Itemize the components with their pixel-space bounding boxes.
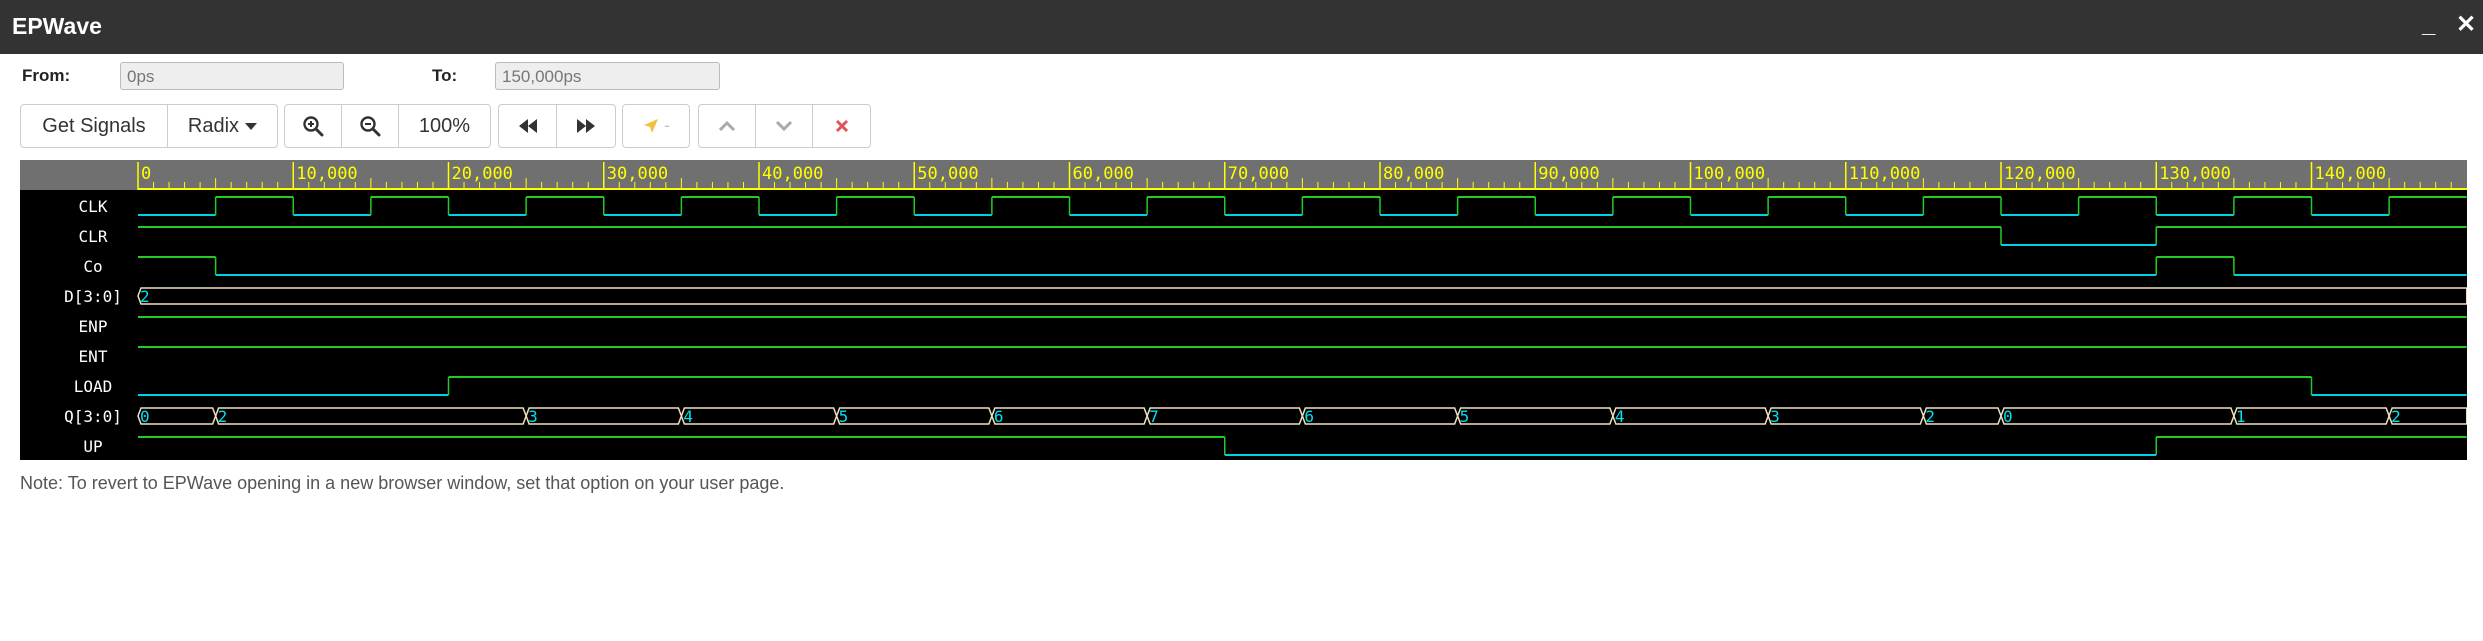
window-title: EPWave <box>12 13 102 39</box>
edge-nav-group <box>498 104 616 148</box>
q-bus-value: 2 <box>2391 407 2401 426</box>
q-bus-segment <box>1612 407 1769 425</box>
ruler-tick-label: 100,000 <box>1694 164 1766 184</box>
q-bus-value: 5 <box>1460 407 1470 426</box>
signal-name-ent: ENT <box>79 347 108 366</box>
cursor-value: - <box>664 116 670 135</box>
from-label: From: <box>22 66 71 85</box>
q-bus-value: 3 <box>528 407 538 426</box>
cursor-group: - <box>622 104 690 148</box>
move-up-button[interactable] <box>699 105 756 147</box>
ruler-tick-label: 20,000 <box>452 164 513 184</box>
q-bus-value: 0 <box>2003 407 2013 426</box>
note-text: Note: To revert to EPWave opening in a n… <box>20 473 785 493</box>
signal-name-d30: D[3:0] <box>64 287 122 306</box>
q-bus-segment <box>1146 407 1304 425</box>
q-bus-segment <box>525 407 683 425</box>
q-bus-segment <box>835 407 993 425</box>
fast-backward-icon <box>518 119 537 133</box>
q-bus-value: 6 <box>1304 407 1314 426</box>
q-bus-value: 1 <box>2236 407 2246 426</box>
q-bus-value: 5 <box>839 407 849 426</box>
q-bus-segment <box>991 407 1148 425</box>
previous-edge-button[interactable] <box>499 105 557 147</box>
ruler-tick-label: 10,000 <box>296 164 357 184</box>
minimize-button[interactable]: _ <box>2422 10 2435 40</box>
signal-name-clr: CLR <box>79 227 108 246</box>
q-bus-segment <box>214 407 527 425</box>
d-bus-value: 2 <box>140 287 150 306</box>
zoom-level-button[interactable]: 100% <box>399 105 490 147</box>
signal-name-clk: CLK <box>79 197 108 216</box>
chevron-down-icon <box>775 120 793 132</box>
fast-forward-icon <box>577 119 595 133</box>
q-bus-segment <box>2233 407 2390 425</box>
title-bar: EPWave _ ✕ <box>0 0 2483 54</box>
d-bus-segment <box>137 287 2468 305</box>
q-bus-segment <box>1301 407 1459 425</box>
ruler-tick-label: 30,000 <box>607 164 668 184</box>
signal-name-load: LOAD <box>74 377 113 396</box>
q-bus-value: 4 <box>1615 407 1625 426</box>
q-bus-value: 0 <box>140 407 150 426</box>
close-window-button[interactable]: ✕ <box>2456 10 2476 40</box>
radix-label: Radix <box>187 114 240 137</box>
ruler-tick-label: 140,000 <box>2315 164 2387 184</box>
q-bus-value: 6 <box>994 407 1004 426</box>
ruler-tick-label: 130,000 <box>2159 164 2231 184</box>
close-icon <box>835 119 848 133</box>
zoom-button-group: 100% <box>284 104 491 148</box>
ruler-tick-label: 120,000 <box>2004 164 2076 184</box>
q-bus-value: 3 <box>1770 407 1780 426</box>
signal-name-co: Co <box>83 257 102 276</box>
ruler-tick-label: 60,000 <box>1073 164 1134 184</box>
ruler-tick-label: 0 <box>141 164 151 184</box>
to-label: To: <box>432 66 458 85</box>
caret-down-icon <box>245 122 258 130</box>
waveform-canvas[interactable]: 0 10,000 20,000 30,000 40,000 50,000 60,000 70,… <box>20 160 2468 460</box>
ruler-tick-label: 80,000 <box>1383 164 1444 184</box>
ruler-tick-label: 110,000 <box>1849 164 1921 184</box>
q-bus-segment <box>1767 407 1925 425</box>
zoom-in-button[interactable] <box>285 105 342 147</box>
signal-button-group: Get Signals Radix <box>20 104 278 148</box>
from-field[interactable]: 0ps <box>120 62 344 90</box>
location-arrow-icon <box>644 119 659 133</box>
cursor-button[interactable]: - <box>623 105 689 147</box>
next-edge-button[interactable] <box>557 105 615 147</box>
q-bus-value: 7 <box>1149 407 1159 426</box>
q-bus-value: 4 <box>683 407 693 426</box>
q-bus-segment <box>680 407 838 425</box>
waveform-viewer[interactable]: 0 10,000 20,000 30,000 40,000 50,000 60,000 70,… <box>20 160 2468 460</box>
move-down-button[interactable] <box>756 105 813 147</box>
signal-name-enp: ENP <box>79 317 108 336</box>
zoom-out-button[interactable] <box>342 105 399 147</box>
q-bus-value: 2 <box>1925 407 1935 426</box>
q-bus-segment <box>1456 407 1614 425</box>
chevron-up-icon <box>718 120 736 132</box>
ruler-tick-label: 70,000 <box>1228 164 1289 184</box>
remove-signal-button[interactable] <box>813 105 870 147</box>
signal-name-up: UP <box>83 437 102 456</box>
q-bus-segment <box>1922 407 2002 425</box>
signal-name-q30: Q[3:0] <box>64 407 122 426</box>
get-signals-button[interactable]: Get Signals <box>21 105 168 147</box>
zoom-in-icon <box>303 116 324 137</box>
signal-order-group <box>698 104 871 148</box>
zoom-out-icon <box>360 116 381 137</box>
radix-dropdown[interactable]: Radix <box>168 105 277 147</box>
ruler-tick-label: 90,000 <box>1538 164 1599 184</box>
q-bus-value: 2 <box>218 407 228 426</box>
ruler-tick-label: 40,000 <box>762 164 823 184</box>
q-bus-segment <box>137 407 217 425</box>
q-bus-segment <box>2388 407 2468 425</box>
ruler-tick-label: 50,000 <box>917 164 978 184</box>
q-bus-segment <box>2000 407 2235 425</box>
to-field[interactable]: 150,000ps <box>495 62 720 90</box>
